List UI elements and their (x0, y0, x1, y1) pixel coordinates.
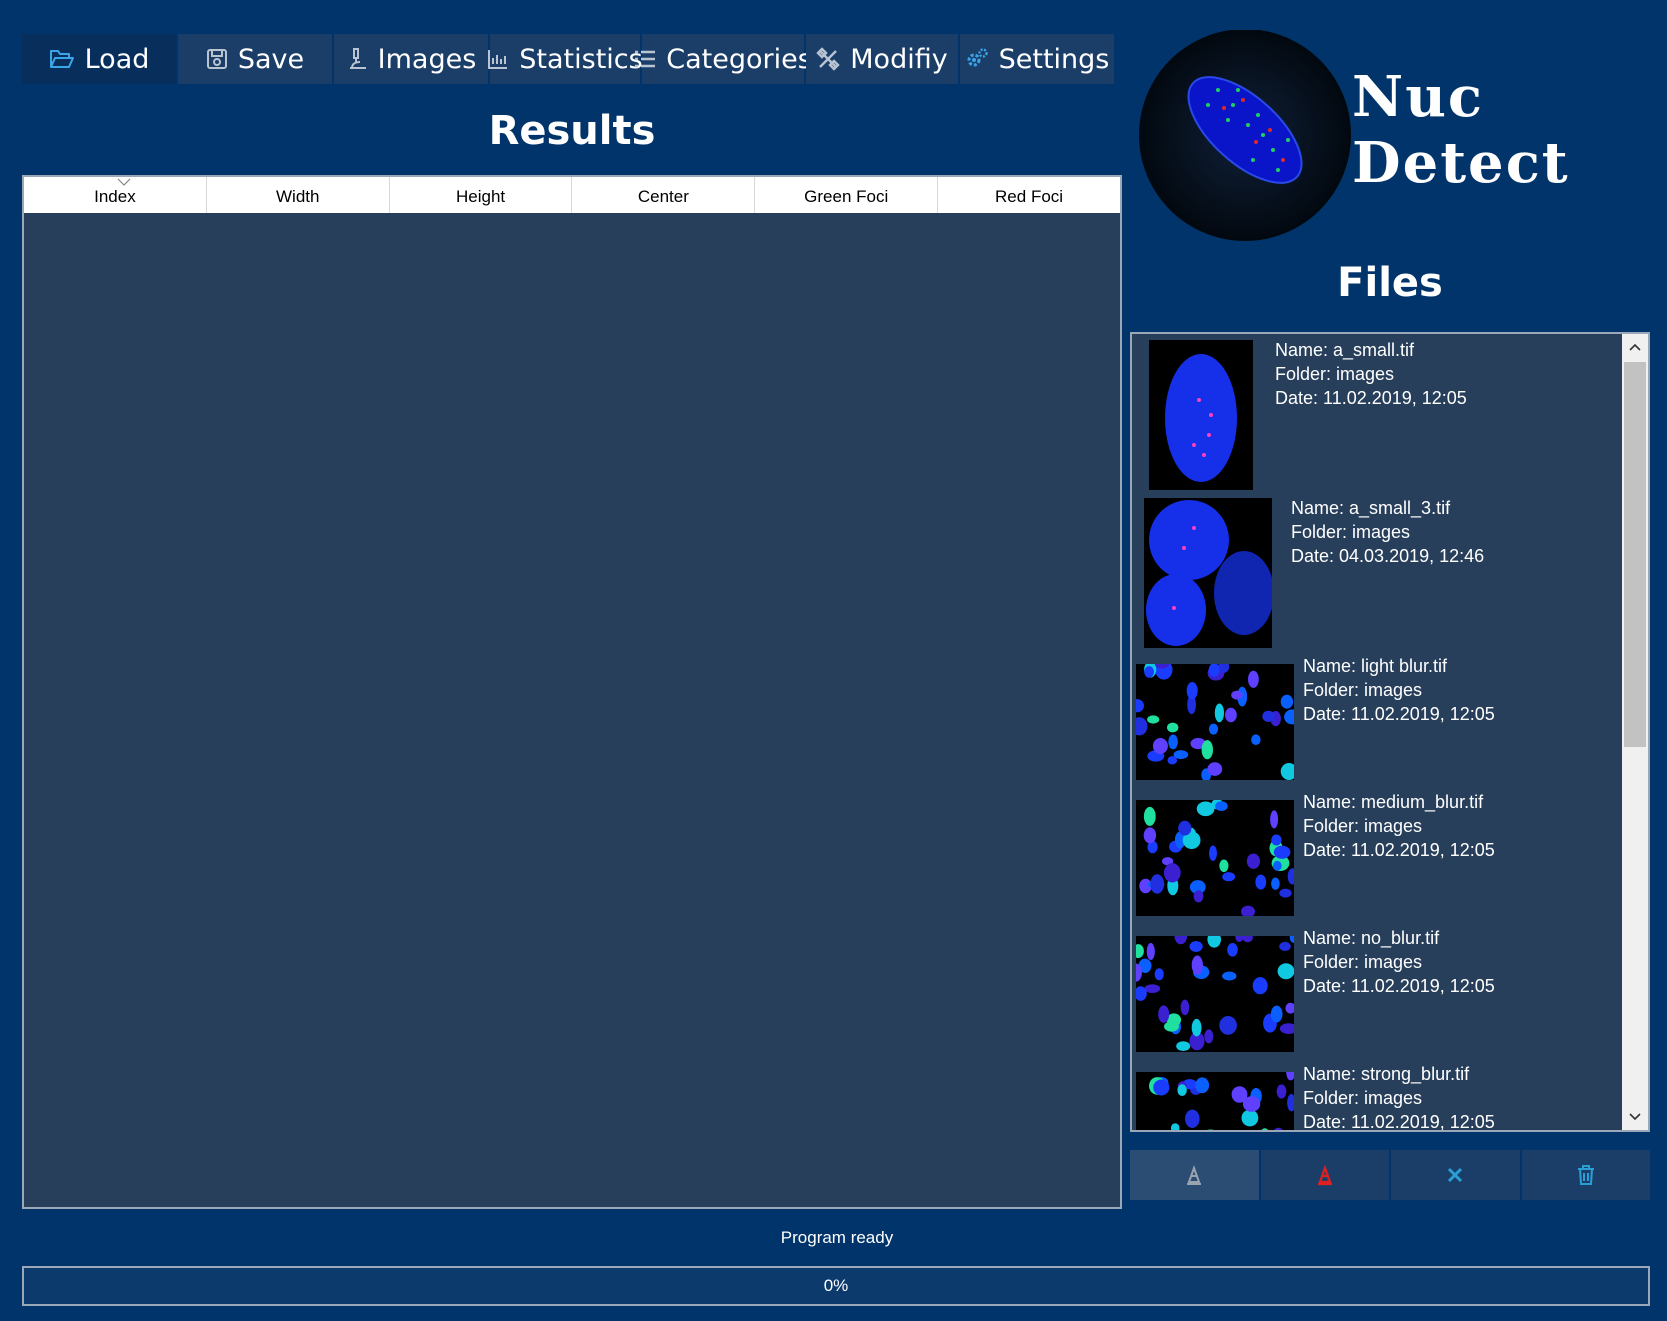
scroll-up-button[interactable] (1622, 334, 1648, 360)
file-info: Name: a_small.tif Folder: images Date: 1… (1275, 338, 1467, 410)
chevron-up-icon (1629, 343, 1641, 351)
file-name: Name: a_small_3.tif (1291, 498, 1451, 518)
statistics-button[interactable]: Statistics (488, 34, 643, 84)
categories-label: Categories (666, 43, 812, 75)
chevron-down-icon (1629, 1113, 1641, 1121)
file-thumbnail (1149, 340, 1253, 490)
file-name: Name: no_blur.tif (1303, 928, 1440, 948)
file-thumbnail (1136, 800, 1294, 916)
bar-chart-icon (488, 50, 508, 69)
file-info: Name: strong_blur.tif Folder: images Dat… (1303, 1062, 1495, 1132)
scrollbar-thumb[interactable] (1624, 362, 1646, 747)
sort-indicator-icon (117, 178, 131, 186)
file-info: Name: medium_blur.tif Folder: images Dat… (1303, 790, 1495, 862)
analyze-all-button[interactable] (1260, 1150, 1389, 1200)
file-date: Date: 11.02.2019, 12:05 (1275, 388, 1467, 408)
analyze-icon (1187, 1165, 1202, 1185)
file-name: Name: medium_blur.tif (1303, 792, 1484, 812)
folder-open-icon (49, 50, 74, 68)
tools-icon (816, 47, 840, 71)
progress-label: 0% (823, 1276, 849, 1295)
file-info: Name: light blur.tif Folder: images Date… (1303, 654, 1495, 726)
load-label: Load (84, 43, 150, 75)
results-table[interactable]: Index Width Height Center Green Foci Red… (22, 175, 1122, 1209)
list-icon (635, 50, 656, 68)
analyze-button[interactable] (1130, 1150, 1259, 1200)
column-header-center[interactable]: Center (572, 177, 756, 213)
file-thumbnail (1136, 936, 1294, 1052)
images-label: Images (377, 43, 477, 75)
file-info: Name: a_small_3.tif Folder: images Date:… (1291, 496, 1484, 568)
file-folder: Folder: images (1303, 680, 1423, 700)
file-date: Date: 11.02.2019, 12:05 (1303, 1112, 1495, 1132)
file-folder: Folder: images (1275, 364, 1395, 384)
save-label: Save (237, 43, 305, 75)
scroll-down-button[interactable] (1622, 1104, 1648, 1130)
column-header-red-foci[interactable]: Red Foci (938, 177, 1120, 213)
modify-label: Modifiy (850, 43, 948, 75)
statistics-label: Statistics (519, 43, 643, 75)
logo-text-nuc: Nuc (1352, 64, 1484, 130)
save-button[interactable]: Save (178, 34, 332, 84)
results-title: Results (488, 108, 656, 154)
file-folder: Folder: images (1303, 816, 1423, 836)
file-name: Name: a_small.tif (1275, 340, 1415, 360)
file-list[interactable]: Name: a_small.tif Folder: images Date: 1… (1130, 332, 1650, 1132)
microscope-icon (349, 48, 366, 69)
file-actions-bar (1130, 1150, 1650, 1200)
clear-icon (1448, 1167, 1463, 1183)
column-header-green-foci[interactable]: Green Foci (755, 177, 939, 213)
column-header-index[interactable]: Index (24, 177, 207, 213)
clear-button[interactable] (1391, 1150, 1520, 1200)
floppy-disk-icon (206, 49, 227, 69)
progress-bar: 0% (22, 1266, 1650, 1306)
delete-icon (1577, 1165, 1594, 1185)
file-date: Date: 11.02.2019, 12:05 (1303, 976, 1495, 996)
file-thumbnail (1144, 498, 1272, 648)
file-date: Date: 11.02.2019, 12:05 (1303, 840, 1495, 860)
gears-icon (967, 48, 988, 67)
analyze-all-icon (1317, 1164, 1332, 1186)
files-title: Files (1337, 260, 1443, 306)
settings-label: Settings (998, 43, 1110, 75)
file-folder: Folder: images (1303, 1088, 1423, 1108)
column-header-width[interactable]: Width (207, 177, 390, 213)
file-thumbnail (1136, 664, 1294, 780)
file-date: Date: 04.03.2019, 12:46 (1291, 546, 1485, 566)
column-header-height[interactable]: Height (390, 177, 573, 213)
categories-button[interactable]: Categories (635, 34, 812, 84)
settings-button[interactable]: Settings (960, 34, 1114, 84)
file-date: Date: 11.02.2019, 12:05 (1303, 704, 1495, 724)
modify-button[interactable]: Modifiy (806, 34, 958, 84)
images-button[interactable]: Images (334, 34, 488, 84)
file-name: Name: strong_blur.tif (1303, 1064, 1470, 1084)
file-name: Name: light blur.tif (1303, 656, 1448, 676)
results-table-header: Index Width Height Center Green Foci Red… (24, 177, 1120, 213)
load-button[interactable]: Load (22, 34, 176, 84)
file-folder: Folder: images (1303, 952, 1423, 972)
file-list-scrollbar[interactable] (1622, 334, 1648, 1130)
main-toolbar: Load Save Images Statistics Categories M… (22, 34, 1116, 84)
logo-text-detect: Detect (1352, 130, 1570, 196)
delete-button[interactable] (1521, 1150, 1650, 1200)
status-message: Program ready (780, 1228, 894, 1247)
file-folder: Folder: images (1291, 522, 1411, 542)
file-info: Name: no_blur.tif Folder: images Date: 1… (1303, 926, 1495, 998)
file-thumbnail (1136, 1072, 1294, 1130)
